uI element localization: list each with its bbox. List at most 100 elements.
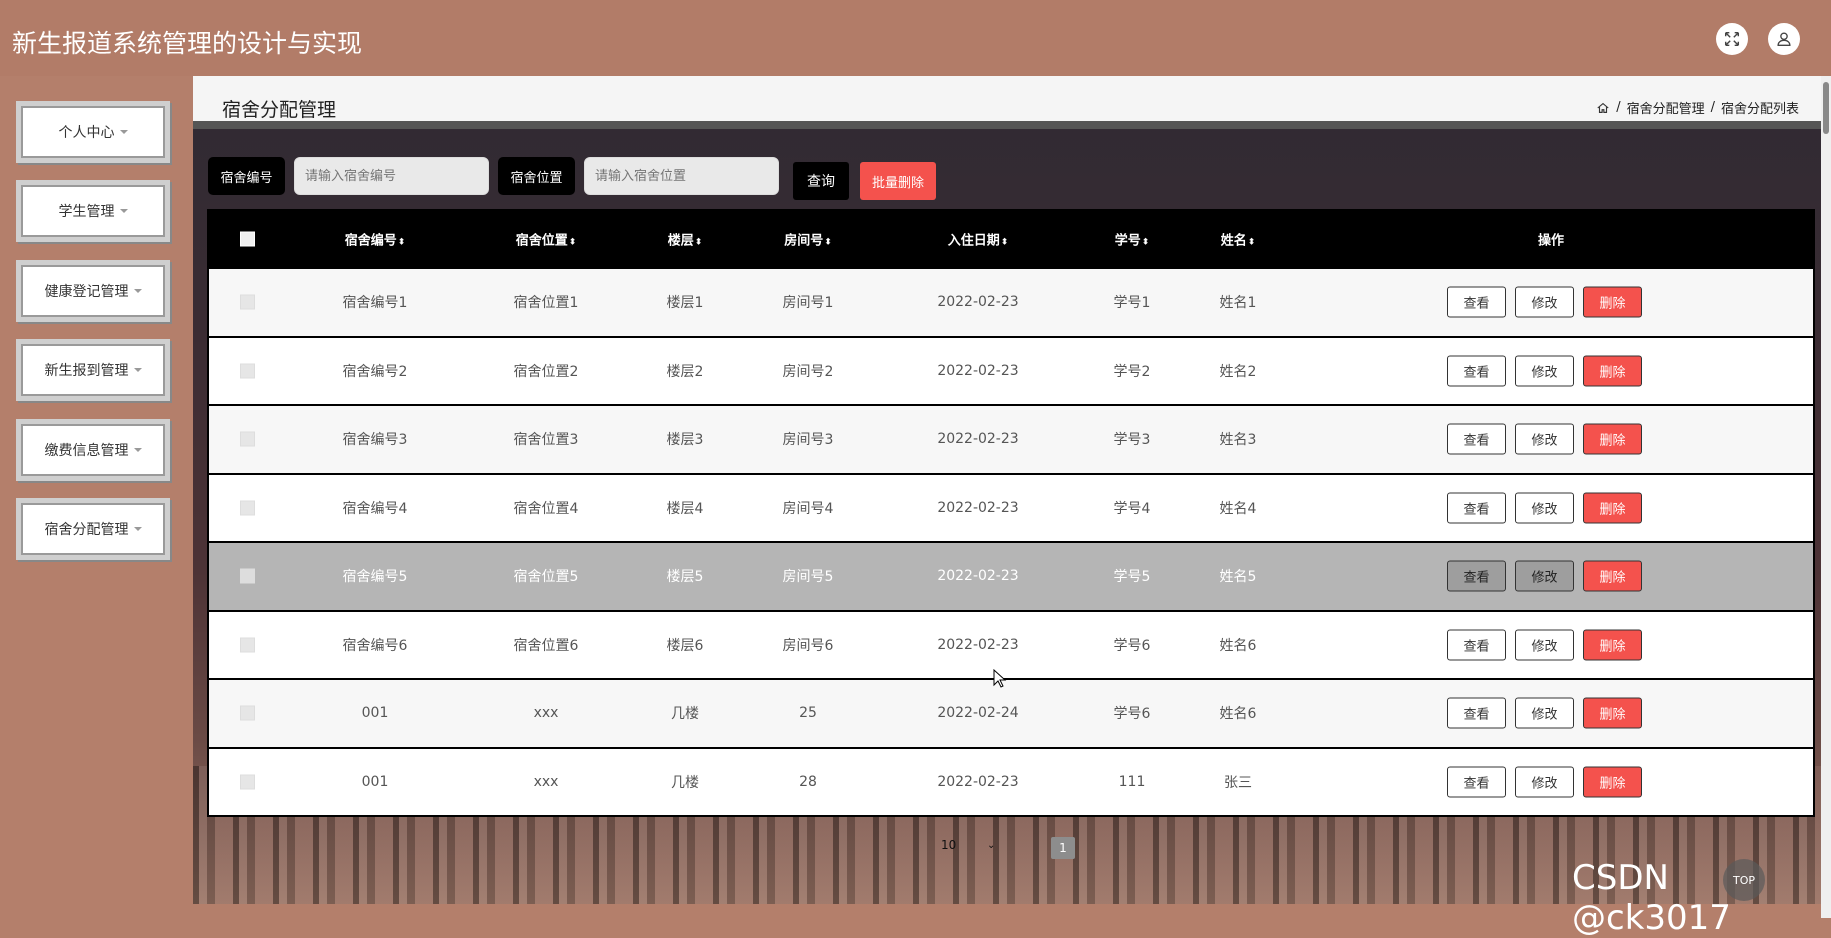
column-header-checkin-date[interactable]: 入住日期⬍	[948, 230, 1009, 249]
sidebar-item-payment-info[interactable]: 缴费信息管理	[16, 419, 170, 481]
user-icon[interactable]	[1768, 23, 1800, 55]
cell-dorm-location: 宿舍位置2	[513, 363, 579, 380]
cell-dorm-location: xxx	[533, 705, 559, 722]
delete-button[interactable]: 删除	[1583, 697, 1642, 729]
row-checkbox[interactable]	[240, 705, 255, 721]
cell-checkin-date: 2022-02-23	[937, 431, 1019, 448]
breadcrumb-item[interactable]: 宿舍分配管理	[1627, 98, 1705, 117]
table-row[interactable]: 宿舍编号5 宿舍位置5 楼层5 房间号5 2022-02-23 学号5 姓名5 查看 修改 删除	[209, 541, 1813, 610]
delete-button[interactable]: 删除	[1583, 766, 1642, 798]
view-button[interactable]: 查看	[1447, 560, 1506, 592]
edit-button[interactable]: 修改	[1515, 492, 1574, 524]
column-header-name[interactable]: 姓名⬍	[1221, 230, 1256, 249]
row-checkbox[interactable]	[240, 431, 255, 447]
view-button[interactable]: 查看	[1447, 423, 1506, 455]
delete-button[interactable]: 删除	[1583, 629, 1642, 661]
batch-delete-button[interactable]: 批量删除	[860, 162, 936, 200]
breadcrumb-separator: /	[1710, 100, 1715, 115]
delete-button[interactable]: 删除	[1583, 560, 1642, 592]
view-button[interactable]: 查看	[1447, 492, 1506, 524]
sort-icon[interactable]: ⬍	[695, 238, 703, 248]
cell-floor: 几楼	[671, 774, 699, 791]
table-row[interactable]: 宿舍编号6 宿舍位置6 楼层6 房间号6 2022-02-23 学号6 姓名6 查看 修改 删除	[209, 609, 1813, 678]
delete-button[interactable]: 删除	[1583, 423, 1642, 455]
edit-button[interactable]: 修改	[1515, 629, 1574, 661]
row-checkbox[interactable]	[240, 774, 255, 790]
table-row[interactable]: 001 xxx 几楼 25 2022-02-24 学号6 姓名6 查看 修改 删除	[209, 678, 1813, 747]
cell-room-number: 房间号1	[782, 295, 834, 312]
cell-floor: 楼层3	[666, 432, 704, 449]
edit-button[interactable]: 修改	[1515, 697, 1574, 729]
sort-icon[interactable]: ⬍	[1142, 238, 1150, 248]
sidebar-item-student-management[interactable]: 学生管理	[16, 180, 170, 242]
edit-button[interactable]: 修改	[1515, 560, 1574, 592]
table-row[interactable]: 宿舍编号4 宿舍位置4 楼层4 房间号4 2022-02-23 学号4 姓名4 查看 修改 删除	[209, 472, 1813, 541]
row-checkbox[interactable]	[240, 637, 255, 653]
edit-button[interactable]: 修改	[1515, 286, 1574, 318]
row-checkbox[interactable]	[240, 500, 255, 516]
breadcrumb-separator: /	[1616, 100, 1621, 115]
dorm-number-input[interactable]	[294, 157, 489, 195]
cell-dorm-number: 001	[361, 705, 389, 722]
column-header-dorm-number[interactable]: 宿舍编号⬍	[345, 230, 406, 249]
table-row[interactable]: 001 xxx 几楼 28 2022-02-23 111 张三 查看 修改 删除	[209, 746, 1813, 815]
column-header-dorm-location[interactable]: 宿舍位置⬍	[516, 230, 577, 249]
breadcrumb: / 宿舍分配管理 / 宿舍分配列表	[1596, 98, 1799, 117]
delete-button[interactable]: 删除	[1583, 492, 1642, 524]
view-button[interactable]: 查看	[1447, 355, 1506, 387]
sidebar-item-label: 新生报到管理	[44, 363, 129, 379]
page-size-select[interactable]: 10	[941, 838, 956, 852]
edit-button[interactable]: 修改	[1515, 423, 1574, 455]
cell-dorm-number: 宿舍编号2	[342, 363, 408, 380]
view-button[interactable]: 查看	[1447, 766, 1506, 798]
pagination-page[interactable]: 1	[1051, 837, 1075, 859]
cell-floor: 楼层2	[666, 363, 704, 380]
scrollbar[interactable]	[1821, 76, 1831, 918]
view-button[interactable]: 查看	[1447, 697, 1506, 729]
cell-checkin-date: 2022-02-23	[937, 636, 1019, 653]
view-button[interactable]: 查看	[1447, 286, 1506, 318]
column-header-student-id[interactable]: 学号⬍	[1115, 230, 1150, 249]
cell-floor: 楼层5	[666, 569, 704, 586]
cell-checkin-date: 2022-02-23	[937, 499, 1019, 516]
select-all-checkbox[interactable]	[240, 231, 255, 247]
edit-button[interactable]: 修改	[1515, 766, 1574, 798]
delete-button[interactable]: 删除	[1583, 286, 1642, 318]
caret-down-icon	[133, 527, 142, 531]
sidebar-item-freshman-registration[interactable]: 新生报到管理	[16, 339, 170, 401]
column-header-room-number[interactable]: 房间号⬍	[784, 230, 832, 249]
delete-button[interactable]: 删除	[1583, 355, 1642, 387]
sort-icon[interactable]: ⬍	[398, 238, 406, 248]
sort-icon[interactable]: ⬍	[824, 238, 832, 248]
page-title: 宿舍分配管理	[222, 99, 337, 121]
table-row[interactable]: 宿舍编号3 宿舍位置3 楼层3 房间号3 2022-02-23 学号3 姓名3 查看 修改 删除	[209, 404, 1813, 473]
fullscreen-icon[interactable]	[1716, 23, 1748, 55]
sidebar-item-dorm-allocation[interactable]: 宿舍分配管理	[16, 498, 170, 560]
sidebar-item-personal-center[interactable]: 个人中心	[16, 101, 170, 163]
view-button[interactable]: 查看	[1447, 629, 1506, 661]
table-row[interactable]: 宿舍编号1 宿舍位置1 楼层1 房间号1 2022-02-23 学号1 姓名1 查看 修改 删除	[209, 267, 1813, 336]
sort-icon[interactable]: ⬍	[1001, 238, 1009, 248]
cell-name: 张三	[1224, 774, 1252, 791]
sort-icon[interactable]: ⬍	[569, 238, 577, 248]
query-button[interactable]: 查询	[793, 162, 849, 200]
edit-button[interactable]: 修改	[1515, 355, 1574, 387]
row-checkbox[interactable]	[240, 363, 255, 379]
dorm-number-label: 宿舍编号	[208, 157, 285, 195]
sidebar-item-health-registration[interactable]: 健康登记管理	[16, 260, 170, 322]
row-checkbox[interactable]	[240, 294, 255, 310]
row-checkbox[interactable]	[240, 568, 255, 584]
table-row[interactable]: 宿舍编号2 宿舍位置2 楼层2 房间号2 2022-02-23 学号2 姓名2 查看 修改 删除	[209, 335, 1813, 404]
caret-down-icon	[119, 209, 128, 213]
column-header-floor[interactable]: 楼层⬍	[668, 230, 703, 249]
sort-icon[interactable]: ⬍	[1248, 238, 1256, 248]
cell-dorm-number: 宿舍编号6	[342, 637, 408, 654]
scrollbar-thumb[interactable]	[1823, 82, 1829, 134]
dorm-location-input[interactable]	[584, 157, 779, 195]
chevron-down-icon[interactable]: ⌄	[987, 840, 995, 851]
cell-name: 姓名1	[1219, 295, 1257, 312]
home-icon[interactable]	[1596, 101, 1610, 115]
cell-dorm-location: 宿舍位置1	[513, 295, 579, 312]
cell-checkin-date: 2022-02-23	[937, 773, 1019, 790]
sidebar-item-label: 缴费信息管理	[44, 443, 129, 459]
